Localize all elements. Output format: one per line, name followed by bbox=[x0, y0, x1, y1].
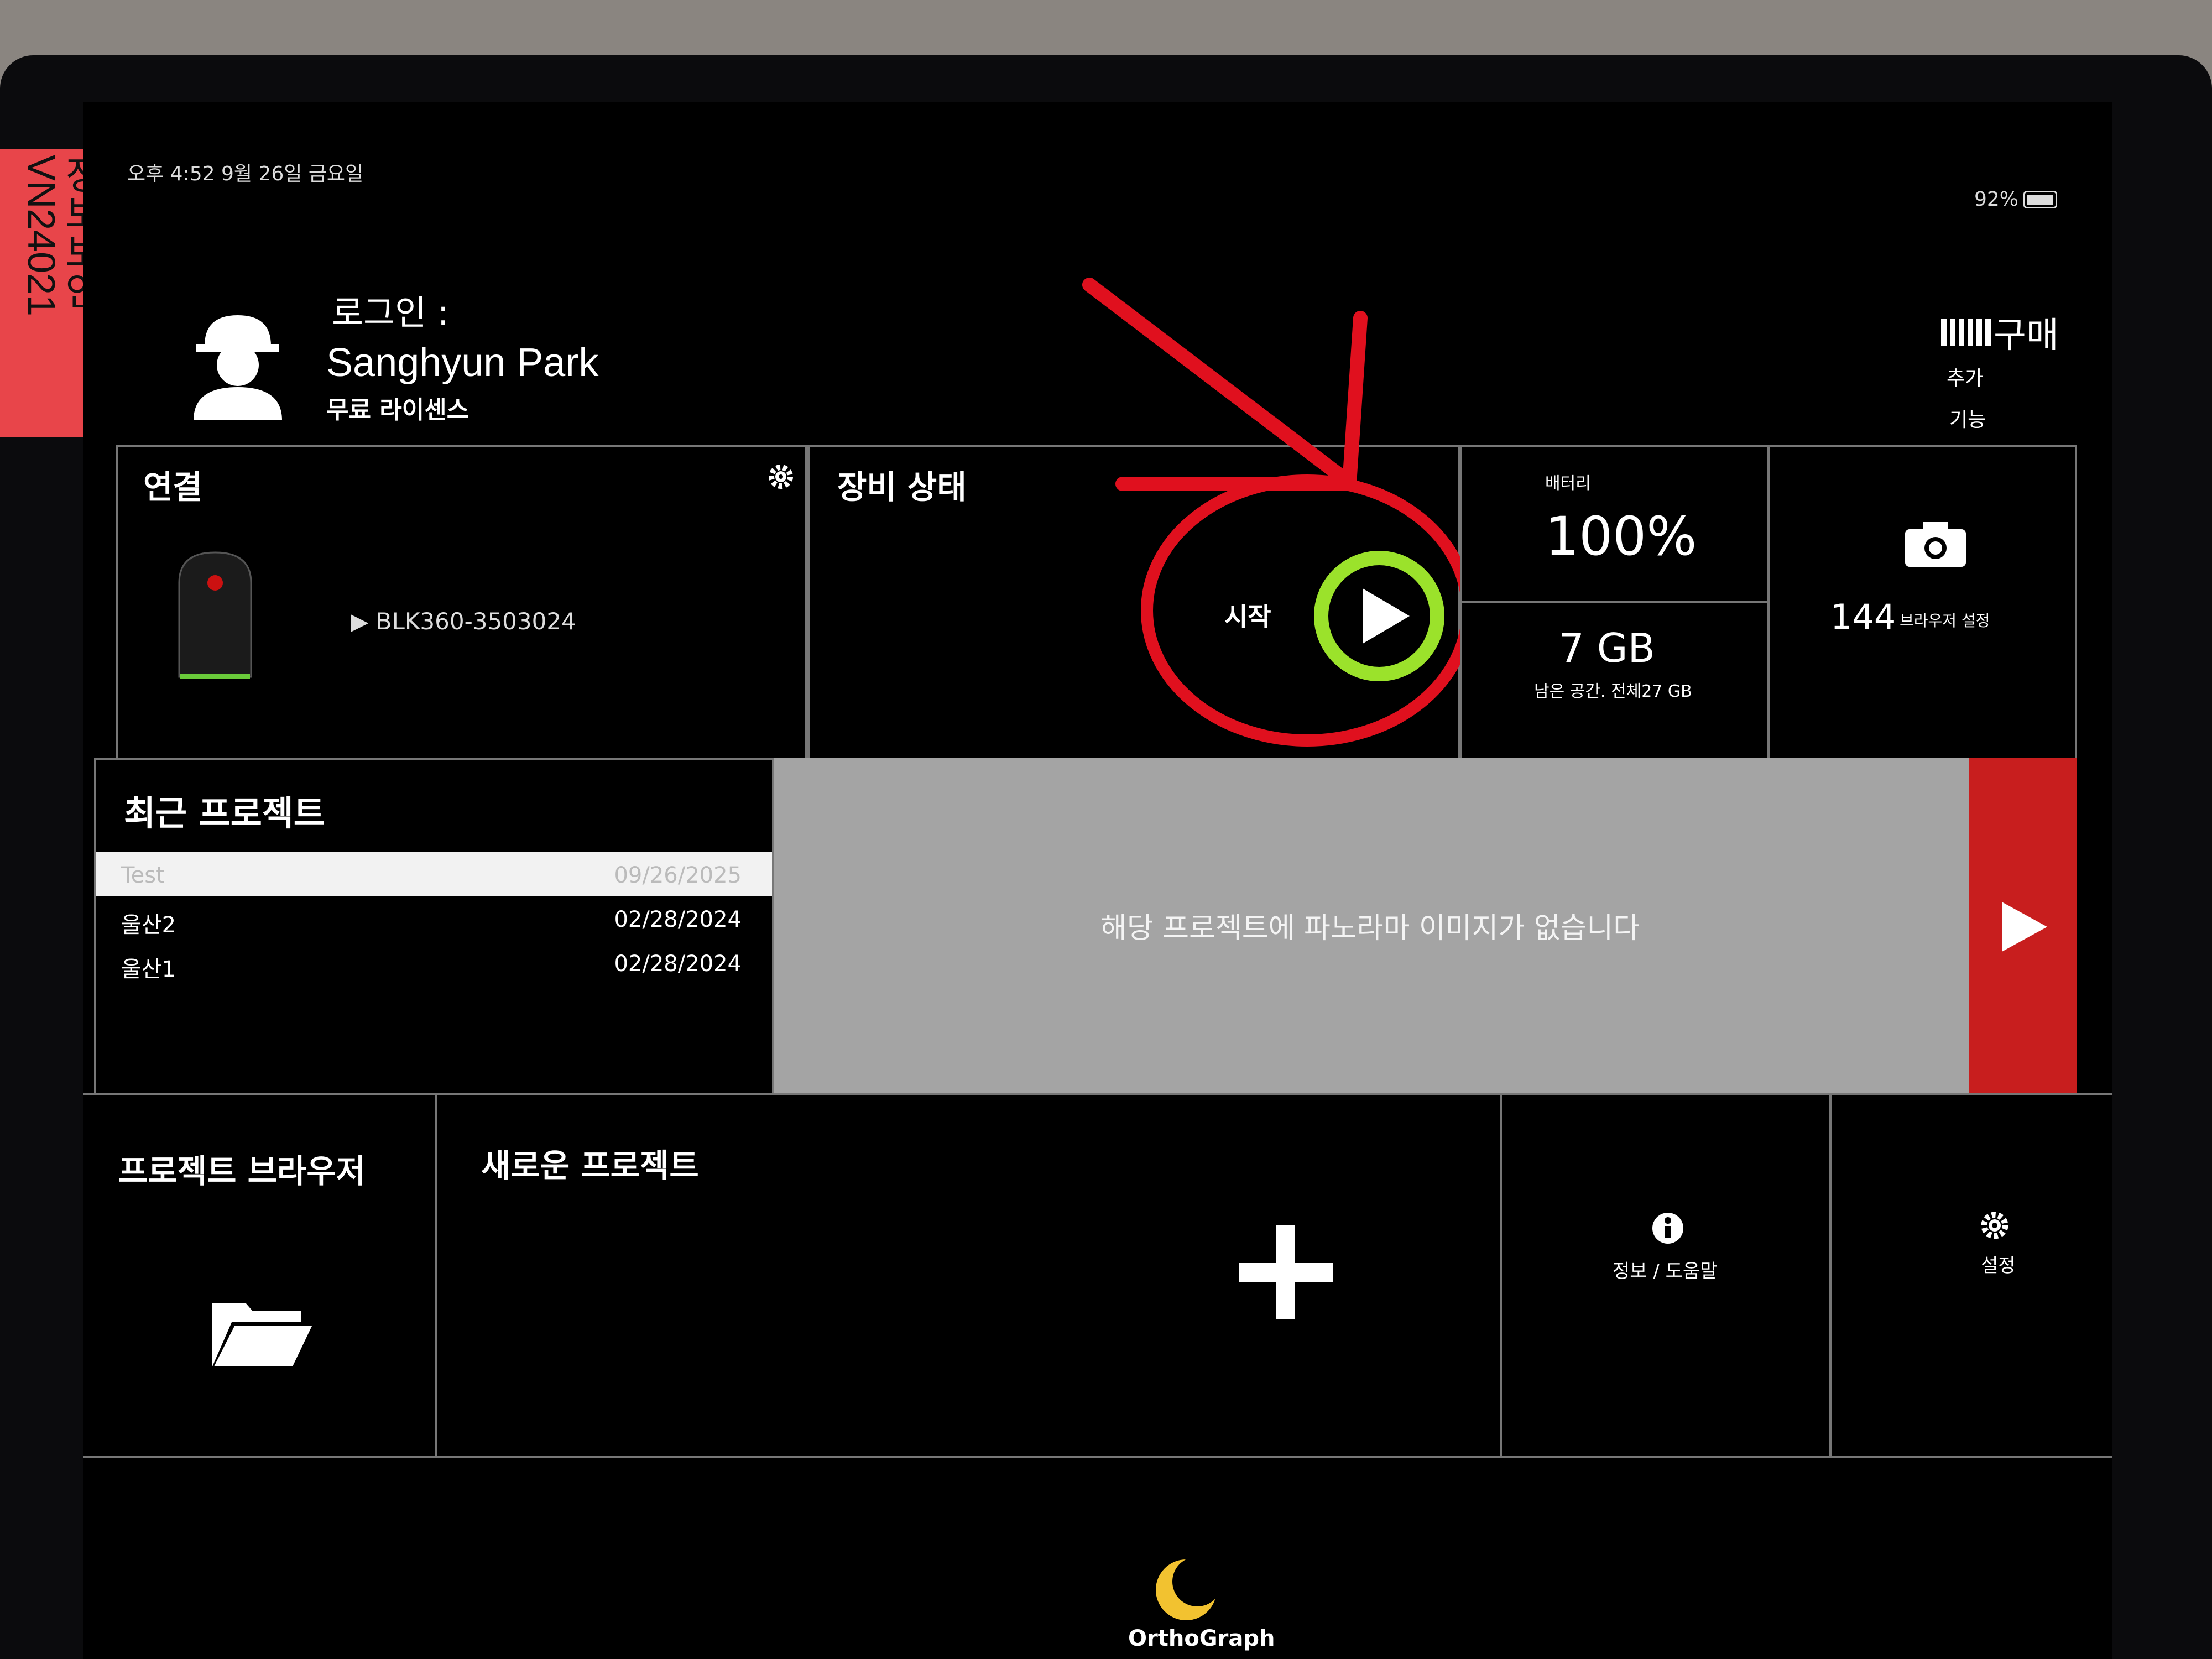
battery-value: 100% bbox=[1545, 505, 1697, 567]
project-name: 울산2 bbox=[121, 912, 176, 938]
brand-name: OrthoGraph bbox=[1128, 1626, 1275, 1651]
project-name: Test bbox=[121, 863, 165, 888]
purchase-button[interactable]: 구매 bbox=[1941, 307, 2068, 357]
project-row[interactable]: Test 09/26/2025 bbox=[96, 852, 772, 896]
settings-gear-icon bbox=[1978, 1209, 2011, 1244]
settings-label: 설정 bbox=[1981, 1255, 2016, 1277]
start-button[interactable] bbox=[1310, 547, 1448, 685]
storage-sub: 남은 공간. 전체27 GB bbox=[1534, 682, 1692, 701]
barcode-icon bbox=[1941, 319, 1991, 346]
recent-projects-panel: 최근 프로젝트 Test 09/26/2025 울산2 02/28/2024 울… bbox=[94, 758, 774, 1095]
panorama-preview: 해당 프로젝트에 파노라마 이미지가 없습니다 bbox=[774, 758, 1969, 1095]
connection-title: 연결 bbox=[143, 468, 202, 506]
device-status-title: 장비 상태 bbox=[837, 468, 967, 506]
purchase-sub2: 기능 bbox=[1949, 409, 1986, 431]
license-type: 무료 라이센스 bbox=[326, 396, 469, 424]
status-time-date: 오후 4:52 9월 26일 금요일 bbox=[127, 163, 364, 185]
app-screen: 오후 4:52 9월 26일 금요일 92% 로그인 : Sanghyun Pa… bbox=[83, 102, 2112, 1659]
folder-icon bbox=[210, 1292, 315, 1371]
camera-icon bbox=[1902, 519, 1969, 571]
no-panorama-message: 해당 프로젝트에 파노라마 이미지가 없습니다 bbox=[1100, 912, 1640, 945]
purchase-sub1: 추가 bbox=[1947, 367, 1984, 390]
info-icon bbox=[1651, 1212, 1684, 1247]
open-project-button[interactable] bbox=[1969, 758, 2077, 1095]
battery-panel: 배터리 100% bbox=[1460, 445, 1770, 603]
battery-label: 배터리 bbox=[1545, 474, 1591, 493]
new-project-tile[interactable]: 새로운 프로젝트 bbox=[435, 1093, 1502, 1458]
login-label: 로그인 : bbox=[332, 293, 449, 333]
settings-tile[interactable]: 설정 bbox=[1829, 1093, 2112, 1458]
project-name: 울산1 bbox=[121, 957, 176, 982]
scanner-device-icon bbox=[168, 550, 262, 691]
play-arrow-icon bbox=[2002, 902, 2047, 952]
project-date: 02/28/2024 bbox=[614, 951, 742, 977]
project-date: 02/28/2024 bbox=[614, 907, 742, 932]
device-name[interactable]: ▶ BLK360-3503024 bbox=[351, 608, 576, 635]
connection-panel[interactable]: 연결 ▶ BLK360-3503024 bbox=[116, 445, 807, 760]
camera-label: 브라우저 설정 bbox=[1900, 612, 1990, 630]
recent-projects-title: 최근 프로젝트 bbox=[124, 793, 325, 833]
user-name: Sanghyun Park bbox=[326, 341, 599, 385]
gear-icon[interactable] bbox=[765, 461, 796, 494]
info-label: 정보 / 도움말 bbox=[1613, 1260, 1718, 1282]
annotation-arrow bbox=[1073, 263, 1405, 517]
orthograph-logo-icon bbox=[1150, 1557, 1222, 1625]
camera-panel[interactable]: 144 브라우저 설정 bbox=[1767, 445, 2077, 760]
user-avatar-icon bbox=[188, 304, 288, 420]
status-battery: 92% bbox=[1974, 188, 2018, 211]
battery-icon bbox=[2023, 191, 2057, 208]
new-project-title: 새로운 프로젝트 bbox=[481, 1147, 699, 1185]
project-browser-title: 프로젝트 브라우저 bbox=[118, 1152, 366, 1190]
plus-icon bbox=[1239, 1225, 1333, 1322]
project-browser-tile[interactable]: 프로젝트 브라우저 bbox=[83, 1093, 437, 1458]
storage-panel: 7 GB 남은 공간. 전체27 GB bbox=[1460, 601, 1770, 760]
project-row[interactable]: 울산1 02/28/2024 bbox=[96, 940, 772, 984]
project-row[interactable]: 울산2 02/28/2024 bbox=[96, 896, 772, 940]
storage-value: 7 GB bbox=[1559, 625, 1655, 671]
info-tile[interactable]: 정보 / 도움말 bbox=[1500, 1093, 1832, 1458]
project-date: 09/26/2025 bbox=[614, 863, 742, 888]
purchase-label: 구매 bbox=[1994, 315, 2059, 356]
start-label: 시작 bbox=[1224, 602, 1271, 632]
camera-count: 144 bbox=[1830, 597, 1896, 637]
